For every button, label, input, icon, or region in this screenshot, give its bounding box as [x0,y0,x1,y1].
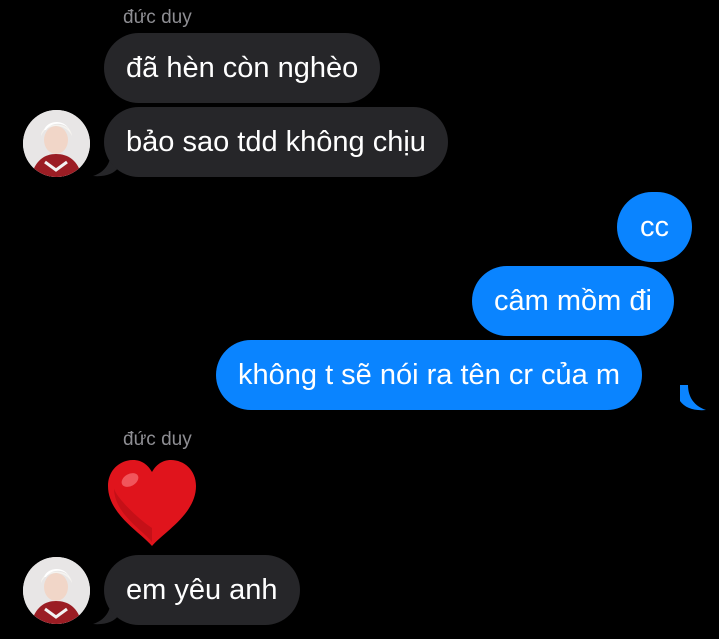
contact-avatar[interactable] [23,557,90,624]
sender-name: đức duy [123,7,192,28]
outgoing-message-bubble[interactable]: không t sẽ nói ra tên cr của m [216,340,643,410]
outgoing-bubble-tail [680,385,706,411]
message-text: câm mồm đi [494,285,652,317]
message-text: bảo sao tdd không chịu [126,126,426,158]
message-text: em yêu anh [126,574,278,606]
outgoing-message-bubble[interactable]: cc [617,192,692,262]
message-text: cc [640,211,669,243]
heart-emoji[interactable] [104,458,200,548]
incoming-message-bubble[interactable]: em yêu anh [104,555,300,625]
message-text: không t sẽ nói ra tên cr của m [238,359,621,391]
sender-name: đức duy [123,429,192,450]
message-text: đã hèn còn nghèo [126,52,359,84]
incoming-message-bubble[interactable]: bảo sao tdd không chịu [104,107,448,177]
avatar-image [23,557,90,624]
outgoing-message-bubble[interactable]: câm mồm đi [472,266,674,336]
avatar-image [23,110,90,177]
contact-avatar[interactable] [23,110,90,177]
incoming-message-bubble[interactable]: đã hèn còn nghèo [104,33,381,103]
